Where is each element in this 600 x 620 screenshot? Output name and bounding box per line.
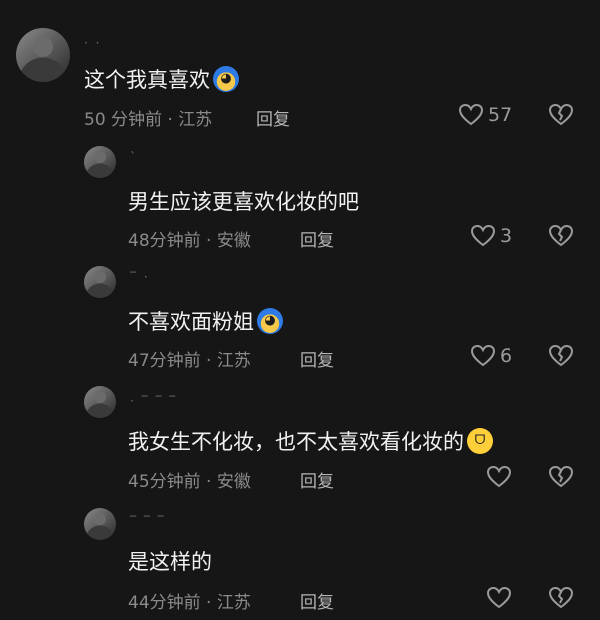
dislike-button[interactable] — [548, 465, 574, 489]
reply-button[interactable]: 回复 — [300, 346, 334, 371]
avatar[interactable] — [16, 28, 70, 82]
like-button[interactable]: 57 — [458, 103, 512, 127]
like-button[interactable] — [486, 586, 512, 610]
comment-text-content: 这个我真喜欢 — [84, 68, 210, 92]
comment-meta: 47分钟前 · 江苏 — [128, 351, 251, 371]
blue-face-emoji-icon: ◕ — [213, 66, 239, 92]
heart-outline-icon — [470, 224, 496, 247]
reply-button[interactable]: 回复 — [256, 105, 290, 130]
reply-button[interactable]: 回复 — [300, 588, 334, 613]
like-button[interactable] — [486, 465, 512, 489]
laughing-tears-emoji-icon: ᗜ — [467, 428, 493, 454]
username-redacted[interactable]: ‾ · — [130, 270, 150, 284]
like-count: 3 — [500, 225, 513, 247]
like-count: 57 — [488, 104, 513, 126]
dislike-button[interactable] — [548, 103, 574, 127]
comment-meta: 50 分钟前 · 江苏 — [84, 110, 213, 130]
comment-text-content: 不喜欢面粉姐 — [128, 310, 254, 334]
comment-text: 我女生不化妆，也不太喜欢看化妆的 ᗜ — [128, 426, 493, 456]
like-button[interactable]: 6 — [470, 344, 512, 368]
avatar[interactable] — [84, 386, 116, 418]
broken-heart-icon — [548, 103, 574, 126]
comment-meta: 45分钟前 · 安徽 — [128, 472, 251, 492]
username-redacted[interactable]: ‾ ‾ ‾ — [130, 514, 166, 528]
comment-text-content: 男生应该更喜欢化妆的吧 — [128, 190, 359, 214]
comment-text: 这个我真喜欢 ◕ — [84, 64, 239, 94]
comment-text: 不喜欢面粉姐 ◕ — [128, 306, 283, 336]
like-count: 6 — [500, 345, 513, 367]
avatar[interactable] — [84, 508, 116, 540]
heart-outline-icon — [458, 103, 484, 126]
username-redacted[interactable]: · ‾ ‾ ‾ — [130, 394, 177, 408]
dislike-button[interactable] — [548, 586, 574, 610]
avatar[interactable] — [84, 266, 116, 298]
heart-outline-icon — [486, 586, 512, 609]
username-redacted[interactable]: ` — [130, 150, 138, 164]
reply-button[interactable]: 回复 — [300, 467, 334, 492]
comment-text-content: 我女生不化妆，也不太喜欢看化妆的 — [128, 430, 464, 454]
comment-text: 男生应该更喜欢化妆的吧 — [128, 186, 359, 216]
dislike-button[interactable] — [548, 224, 574, 248]
avatar[interactable] — [84, 146, 116, 178]
broken-heart-icon — [548, 465, 574, 488]
comment-meta: 44分钟前 · 江苏 — [128, 593, 251, 613]
reply-button[interactable]: 回复 — [300, 226, 334, 251]
comment-text-content: 是这样的 — [128, 550, 212, 574]
username-redacted[interactable]: · · — [84, 36, 101, 50]
heart-outline-icon — [486, 465, 512, 488]
like-button[interactable]: 3 — [470, 224, 512, 248]
comment-meta: 48分钟前 · 安徽 — [128, 231, 251, 251]
broken-heart-icon — [548, 344, 574, 367]
broken-heart-icon — [548, 586, 574, 609]
heart-outline-icon — [470, 344, 496, 367]
broken-heart-icon — [548, 224, 574, 247]
dislike-button[interactable] — [548, 344, 574, 368]
comment-text: 是这样的 — [128, 546, 212, 576]
blue-face-emoji-icon: ◕ — [257, 308, 283, 334]
